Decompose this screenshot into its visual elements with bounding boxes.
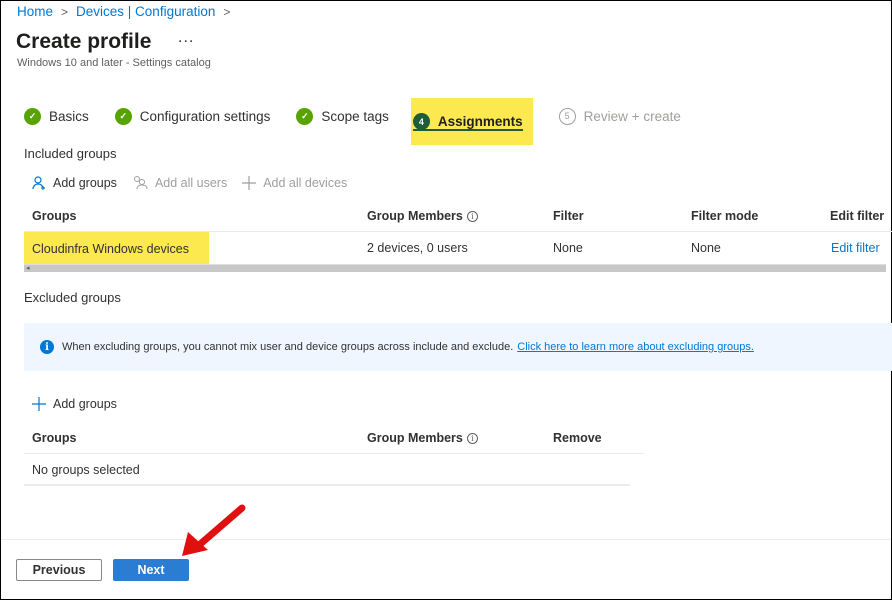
learn-more-link[interactable]: Click here to learn more about excluding… [517, 341, 754, 353]
info-text: When excluding groups, you cannot mix us… [62, 341, 514, 353]
page-subtitle: Windows 10 and later - Settings catalog [17, 57, 211, 69]
included-groups-table: Groups Group Members i Filter Filter mod… [24, 200, 892, 266]
breadcrumb-devices-configuration[interactable]: Devices | Configuration [76, 4, 215, 19]
step-number-icon: 5 [558, 107, 576, 125]
edit-filter-link[interactable]: Edit filter [831, 232, 880, 264]
column-groups: Groups [32, 431, 77, 445]
excluded-groups-table: Groups Group Members i Remove No groups … [24, 422, 644, 486]
plus-icon [32, 397, 46, 411]
group-members: 2 devices, 0 users [367, 241, 468, 255]
previous-button[interactable]: Previous [16, 559, 102, 581]
check-circle-icon: ✓ [24, 107, 41, 125]
more-options-icon[interactable]: ... [178, 29, 194, 47]
add-user-icon [32, 176, 45, 190]
column-groups: Groups [32, 209, 77, 223]
info-banner: i When excluding groups, you cannot mix … [24, 323, 892, 371]
filter-mode-value: None [691, 241, 721, 255]
column-label: Group Members [367, 431, 463, 445]
info-icon[interactable]: i [466, 432, 478, 444]
add-excluded-groups-button[interactable]: Add groups [31, 396, 117, 412]
breadcrumb: Home > Devices | Configuration > [17, 4, 238, 19]
step-label: Configuration settings [139, 108, 271, 124]
annotation-arrow-icon [182, 504, 246, 556]
add-all-devices-button[interactable]: Add all devices [241, 175, 347, 191]
step-number-icon: 4 [412, 113, 430, 130]
add-all-users-label: Add all users [154, 176, 228, 190]
info-icon[interactable]: i [466, 210, 478, 222]
check-circle-icon: ✓ [296, 107, 314, 125]
info-icon: i [40, 340, 54, 354]
excluded-toolbar: Add groups [31, 396, 131, 412]
add-groups-button[interactable]: Add groups [31, 175, 117, 191]
step-configuration-settings[interactable]: ✓ Configuration settings [114, 98, 271, 134]
column-group-members: Group Members i [367, 422, 478, 454]
page-title: Create profile [16, 30, 152, 53]
step-label: Basics [49, 108, 89, 124]
column-label: Group Members [367, 209, 463, 223]
step-assignments[interactable]: 4 Assignments [410, 98, 533, 145]
table-header: Groups Group Members i Filter Filter mod… [24, 200, 892, 232]
add-groups-label: Add groups [53, 176, 117, 190]
chevron-right-icon: > [61, 4, 69, 19]
included-groups-label: Included groups [24, 146, 117, 161]
chevron-right-icon: > [223, 4, 231, 19]
window-frame [0, 0, 892, 600]
breadcrumb-home[interactable]: Home [17, 4, 53, 19]
filter-value: None [553, 241, 583, 255]
horizontal-scrollbar[interactable]: ◂ [24, 264, 886, 272]
check-circle-icon: ✓ [114, 107, 132, 125]
step-label: Scope tags [321, 108, 389, 124]
column-edit-filter: Edit filter [830, 209, 885, 223]
next-button[interactable]: Next [113, 559, 189, 581]
users-icon [133, 176, 148, 190]
empty-row: No groups selected [24, 454, 630, 486]
plus-icon [242, 176, 257, 190]
scroll-left-icon[interactable]: ◂ [26, 264, 30, 272]
column-group-members: Group Members i [367, 200, 478, 232]
step-basics[interactable]: ✓ Basics [24, 98, 89, 134]
wizard-steps: ✓ Basics ✓ Configuration settings ✓ Scop… [24, 98, 707, 146]
empty-message: No groups selected [32, 463, 140, 477]
column-filter: Filter [553, 209, 584, 223]
included-toolbar: Add groups Add all users Add all devices [31, 175, 361, 191]
group-name[interactable]: Cloudinfra Windows devices [24, 232, 210, 266]
step-review-create[interactable]: 5 Review + create [558, 98, 681, 134]
step-label: Review + create [583, 108, 681, 124]
add-groups-label: Add groups [53, 397, 117, 411]
table-header: Groups Group Members i Remove [24, 422, 644, 454]
add-all-devices-label: Add all devices [263, 176, 348, 190]
add-all-users-button[interactable]: Add all users [131, 175, 227, 191]
step-scope-tags[interactable]: ✓ Scope tags [296, 98, 389, 134]
column-filter-mode: Filter mode [691, 209, 759, 223]
step-label: Assignments [437, 114, 523, 129]
footer-divider [1, 539, 891, 540]
excluded-groups-label: Excluded groups [24, 290, 121, 305]
table-row: Cloudinfra Windows devices 2 devices, 0 … [24, 232, 892, 266]
column-remove: Remove [553, 431, 602, 445]
